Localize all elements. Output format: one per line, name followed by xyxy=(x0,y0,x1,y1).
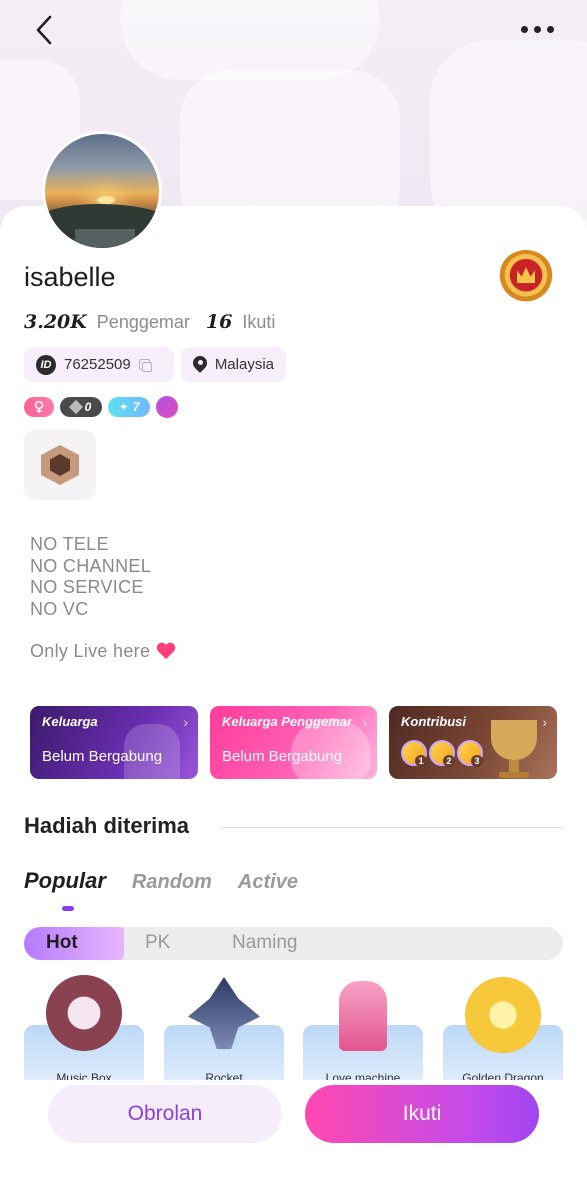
love-machine-icon xyxy=(339,981,387,1051)
rank-number: 2 xyxy=(443,755,455,767)
trophy-base xyxy=(499,772,529,778)
wealth-level-value: 0 xyxy=(84,400,92,414)
more-dot-icon xyxy=(520,25,528,33)
header-decoration xyxy=(120,0,380,80)
section-divider xyxy=(222,827,562,828)
chat-button[interactable]: Obrolan xyxy=(48,1085,282,1143)
following-label[interactable]: Ikuti xyxy=(242,312,275,333)
segment-naming[interactable]: Naming xyxy=(232,932,297,954)
chevron-right-icon: › xyxy=(542,714,547,730)
family-cards: › Keluarga Belum Bergabung › Keluarga Pe… xyxy=(30,706,558,780)
gift-name: Love machine xyxy=(325,1071,401,1080)
fan-family-card-title: Keluarga Penggemar xyxy=(222,714,353,729)
bio-line: NO TELE xyxy=(30,534,109,554)
gift-name: Golden Dragon xyxy=(462,1071,544,1080)
bio-extra-text: Only Live here xyxy=(30,641,151,661)
id-icon: ID xyxy=(36,354,56,375)
gift-name: Music Box xyxy=(56,1071,112,1080)
trophy-icon xyxy=(491,720,537,760)
gift-item[interactable]: Music Box xyxy=(24,975,144,1080)
user-id-pill[interactable]: ID 76252509 xyxy=(24,347,174,382)
gift-list: Music Box Rocket Love machine Golden Dra… xyxy=(24,975,563,1080)
gem-icon xyxy=(68,399,83,415)
sparkle-icon: ✦ xyxy=(118,400,129,414)
tag-row: 0 ✦ 7 xyxy=(24,396,178,418)
contribution-card-title: Kontribusi xyxy=(401,714,466,729)
heart-arrow-icon xyxy=(156,643,176,661)
back-button[interactable] xyxy=(26,12,62,48)
chevron-left-icon xyxy=(36,15,52,45)
follow-button[interactable]: Ikuti xyxy=(305,1085,539,1143)
bio-line: NO CHANNEL xyxy=(30,555,152,576)
segment-pk[interactable]: PK xyxy=(145,932,170,954)
bio: NO TELE NO CHANNEL NO SERVICE NO VC Only… xyxy=(30,534,176,663)
gift-name: Rocket xyxy=(205,1071,243,1080)
bio-line: NO VC xyxy=(30,598,89,619)
contributor-slot-icon: 3 xyxy=(457,740,483,767)
cube-badge-icon[interactable] xyxy=(156,396,178,418)
tab-indicator xyxy=(62,906,74,911)
gift-tabs: Popular Random Active xyxy=(24,868,298,894)
location-pill: Malaysia xyxy=(181,347,286,382)
avatar-sun xyxy=(97,196,115,204)
charm-level-badge[interactable]: ✦ 7 xyxy=(108,397,150,417)
chevron-right-icon: › xyxy=(183,714,188,730)
location-text: Malaysia xyxy=(214,356,274,373)
more-dot-icon xyxy=(546,25,554,33)
bio-line: NO SERVICE xyxy=(30,577,144,597)
contributor-slot-icon: 2 xyxy=(429,740,455,767)
gift-segment-control: Hot PK Naming xyxy=(24,927,563,960)
chevron-right-icon: › xyxy=(362,714,367,730)
followers-count[interactable]: 3.20K xyxy=(24,311,87,333)
location-pin-icon xyxy=(193,356,207,374)
username: isabelle xyxy=(24,262,116,292)
fan-family-card-subtitle: Belum Bergabung xyxy=(222,748,343,765)
stats-row: 3.20K Penggemar 16 Ikuti xyxy=(24,311,281,333)
following-count[interactable]: 16 xyxy=(206,311,232,333)
gifts-section-title: Hadiah diterima xyxy=(24,813,190,838)
copy-icon[interactable] xyxy=(138,359,152,372)
female-gender-icon xyxy=(24,397,54,417)
avatar[interactable] xyxy=(42,131,162,251)
rank-number: 3 xyxy=(471,755,483,767)
rank-number: 1 xyxy=(415,755,427,767)
hexagon-medal-icon xyxy=(41,445,79,485)
golden-dragon-icon xyxy=(465,977,541,1053)
contributor-slots: 1 2 3 xyxy=(401,740,483,767)
crown-badge-icon[interactable] xyxy=(498,250,554,306)
gift-item[interactable]: Golden Dragon xyxy=(443,975,563,1080)
gift-item[interactable]: Rocket xyxy=(164,975,284,1080)
family-card-title: Keluarga xyxy=(42,714,98,729)
bio-extra-line: Only Live here xyxy=(30,641,176,663)
tab-active[interactable]: Active xyxy=(238,871,298,894)
more-options-button[interactable] xyxy=(513,14,561,44)
contributor-slot-icon: 1 xyxy=(401,740,427,767)
music-box-icon xyxy=(46,975,122,1051)
tab-popular[interactable]: Popular xyxy=(24,868,106,894)
gift-item[interactable]: Love machine xyxy=(303,975,423,1080)
avatar-road xyxy=(75,229,135,248)
charm-level-value: 7 xyxy=(132,400,140,414)
segment-hot[interactable]: Hot xyxy=(46,932,78,954)
followers-label[interactable]: Penggemar xyxy=(97,312,190,333)
medal-box[interactable] xyxy=(24,430,96,500)
family-card-subtitle: Belum Bergabung xyxy=(42,748,163,765)
user-id: 76252509 xyxy=(64,356,131,373)
fan-family-card[interactable]: › Keluarga Penggemar Belum Bergabung xyxy=(210,706,377,779)
female-symbol-icon xyxy=(34,400,44,413)
family-card[interactable]: › Keluarga Belum Bergabung xyxy=(30,706,198,779)
tab-random[interactable]: Random xyxy=(132,871,212,894)
more-dot-icon xyxy=(533,25,541,33)
contribution-card[interactable]: › Kontribusi 1 2 3 xyxy=(389,706,557,779)
wealth-level-badge[interactable]: 0 xyxy=(60,397,102,417)
